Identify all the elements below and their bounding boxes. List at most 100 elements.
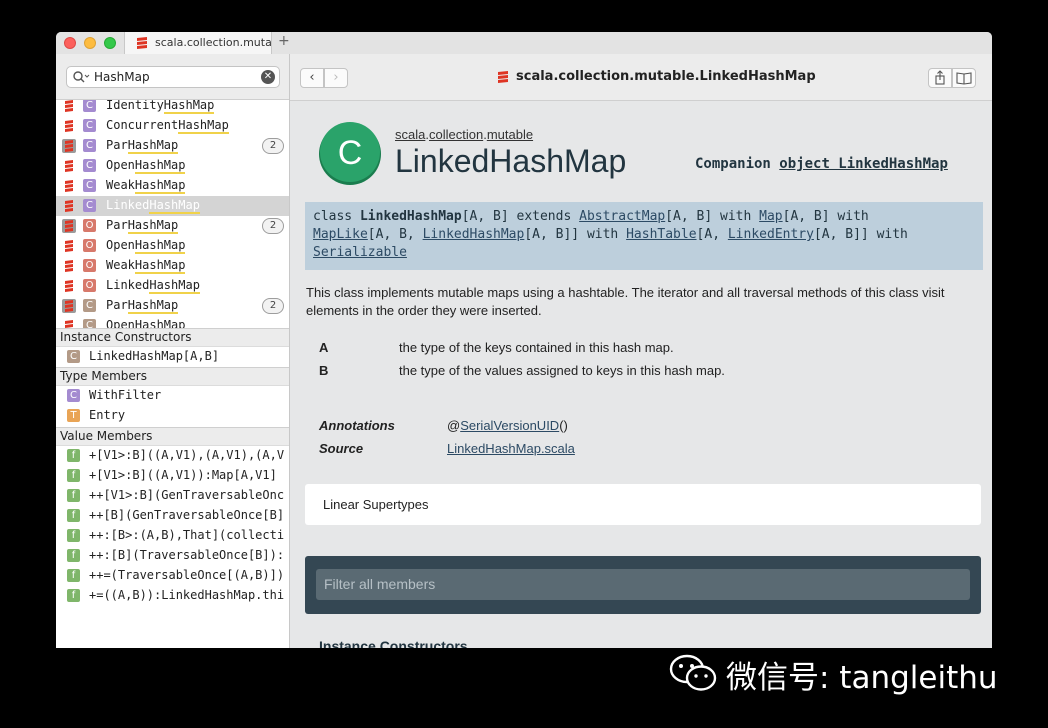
wechat-icon xyxy=(669,654,717,691)
member-name: ++:[B>:(A,B),That](collecti xyxy=(89,528,285,542)
result-name-prefix: Open xyxy=(106,158,135,172)
new-tab-button[interactable]: + xyxy=(278,33,290,49)
result-name-prefix: Weak xyxy=(106,178,135,192)
sig-link-serializable[interactable]: Serializable xyxy=(313,245,407,260)
result-row[interactable]: C OpenHashMap xyxy=(56,156,289,176)
result-row[interactable]: C OpenHashMap xyxy=(56,316,289,328)
sig-link-map[interactable]: Map xyxy=(759,209,782,224)
minimize-window-button[interactable] xyxy=(84,37,96,49)
result-name: OpenHashMap xyxy=(106,318,186,328)
scala-icon xyxy=(62,119,76,133)
result-name: WeakHashMap xyxy=(106,178,186,194)
zoom-window-button[interactable] xyxy=(104,37,116,49)
sig-text: [A, B] extends xyxy=(461,209,580,224)
tab-scaladoc[interactable]: scala.collection.muta xyxy=(124,32,272,54)
result-row[interactable]: C ConcurrentHashMap xyxy=(56,116,289,136)
class-icon: C xyxy=(83,100,96,112)
result-name-match: HashMap xyxy=(134,158,186,174)
sig-link-abstractmap[interactable]: AbstractMap xyxy=(579,209,665,224)
book-icon xyxy=(956,72,972,85)
result-row[interactable]: O LinkedHashMap xyxy=(56,276,289,296)
member-row[interactable]: T Entry xyxy=(56,406,289,426)
member-row[interactable]: f +[V1>:B]((A,V1)):Map[A,V1] xyxy=(56,466,289,486)
doc-content: C scala.collection.mutable LinkedHashMap… xyxy=(290,101,992,648)
annotation-link[interactable]: SerialVersionUID xyxy=(460,418,559,433)
forward-button[interactable]: › xyxy=(324,68,348,88)
class-signature: class LinkedHashMap[A, B] extends Abstra… xyxy=(305,202,983,270)
result-row[interactable]: C ParHashMap 2 xyxy=(56,296,289,316)
class-description: This class implements mutable maps using… xyxy=(306,285,945,318)
sig-name: LinkedHashMap xyxy=(359,209,462,224)
watermark-text: 微信号: tangleithu xyxy=(726,660,998,696)
param-name: A xyxy=(319,340,329,355)
member-row[interactable]: f +=((A,B)):LinkedHashMap.thi xyxy=(56,586,289,606)
clear-search-icon[interactable]: ✕ xyxy=(261,70,275,84)
section-type-members: Type Members xyxy=(56,367,289,386)
companion: Companion object LinkedHashMap xyxy=(695,156,948,172)
class-icon: C xyxy=(83,199,96,212)
member-row[interactable]: C LinkedHashMap[A,B] xyxy=(56,347,289,367)
scala-icon xyxy=(62,219,76,233)
filter-members-input[interactable]: Filter all members xyxy=(316,569,970,600)
member-row[interactable]: C WithFilter xyxy=(56,386,289,406)
scala-icon xyxy=(62,159,76,173)
linear-supertypes-toggle[interactable]: Linear Supertypes xyxy=(305,484,981,525)
close-window-button[interactable] xyxy=(64,37,76,49)
back-button[interactable]: ‹ xyxy=(300,68,324,88)
tab-bar: scala.collection.muta + xyxy=(56,32,992,55)
member-row[interactable]: f ++[V1>:B](GenTraversableOnc xyxy=(56,486,289,506)
member-row[interactable]: f ++:[B](TraversableOnce[B]): xyxy=(56,546,289,566)
result-row[interactable]: O WeakHashMap xyxy=(56,256,289,276)
source-link[interactable]: LinkedHashMap.scala xyxy=(447,441,575,456)
scala-icon xyxy=(498,71,508,83)
annotations-label: Annotations xyxy=(319,418,395,433)
result-row[interactable]: C IdentityHashMap xyxy=(56,100,289,116)
result-row[interactable]: O ParHashMap 2 xyxy=(56,216,289,236)
sidebar: HashMap ✕ C IdentityHashMap C ConcurrentHas… xyxy=(56,54,290,648)
package-link-scala[interactable]: scala xyxy=(395,127,425,142)
member-name: LinkedHashMap[A,B] xyxy=(89,349,220,363)
section-value-members: Value Members xyxy=(56,427,289,446)
sig-link-maplike[interactable]: MapLike xyxy=(313,227,368,242)
count-badge: 2 xyxy=(262,138,284,154)
result-name-match: HashMap xyxy=(134,178,186,194)
result-row[interactable]: C LinkedHashMap xyxy=(56,196,289,216)
member-row[interactable]: f +[V1>:B]((A,V1),(A,V1),(A,V xyxy=(56,446,289,466)
result-name-prefix: Linked xyxy=(106,278,150,292)
class-icon: C xyxy=(83,299,96,312)
result-row[interactable]: C WeakHashMap xyxy=(56,176,289,196)
class-icon: C xyxy=(83,319,96,328)
result-name-prefix: Par xyxy=(106,218,128,232)
package-link-collection[interactable]: collection xyxy=(429,127,483,142)
member-row[interactable]: f ++:[B>:(A,B),That](collecti xyxy=(56,526,289,546)
sig-text: [A, B]] with xyxy=(524,227,627,242)
member-row[interactable]: f ++[B](GenTraversableOnce[B] xyxy=(56,506,289,526)
object-icon: O xyxy=(83,259,96,272)
package-link-mutable[interactable]: mutable xyxy=(487,127,533,142)
member-row[interactable]: f ++=(TraversableOnce[(A,B)]) xyxy=(56,566,289,586)
class-title: LinkedHashMap xyxy=(395,143,627,179)
param-name: B xyxy=(319,363,329,378)
result-row[interactable]: O OpenHashMap xyxy=(56,236,289,256)
bookmarks-button[interactable] xyxy=(952,68,976,88)
section-heading-peek: Instance Constructors xyxy=(319,638,468,648)
toolbar: ‹ › scala.collection.mutable.LinkedHashM… xyxy=(290,54,992,101)
search-input[interactable]: HashMap ✕ xyxy=(66,66,280,88)
companion-link[interactable]: object LinkedHashMap xyxy=(779,156,948,172)
function-icon: f xyxy=(67,509,80,522)
result-row[interactable]: C ParHashMap 2 xyxy=(56,136,289,156)
object-icon: O xyxy=(83,239,96,252)
function-icon: f xyxy=(67,469,80,482)
result-name-prefix: Par xyxy=(106,138,128,152)
result-name: WeakHashMap xyxy=(106,258,186,274)
svg-text:C: C xyxy=(338,134,363,172)
filter-panel: Filter all members xyxy=(305,556,981,614)
share-button[interactable] xyxy=(928,68,952,88)
object-icon: O xyxy=(83,279,96,292)
scala-icon xyxy=(62,139,76,153)
sig-link-linkedhashmap[interactable]: LinkedHashMap xyxy=(423,227,525,242)
sig-link-hashtable[interactable]: HashTable xyxy=(626,227,696,242)
sig-link-linkedentry[interactable]: LinkedEntry xyxy=(728,227,814,242)
scala-icon xyxy=(62,199,76,213)
scala-icon xyxy=(137,37,147,49)
